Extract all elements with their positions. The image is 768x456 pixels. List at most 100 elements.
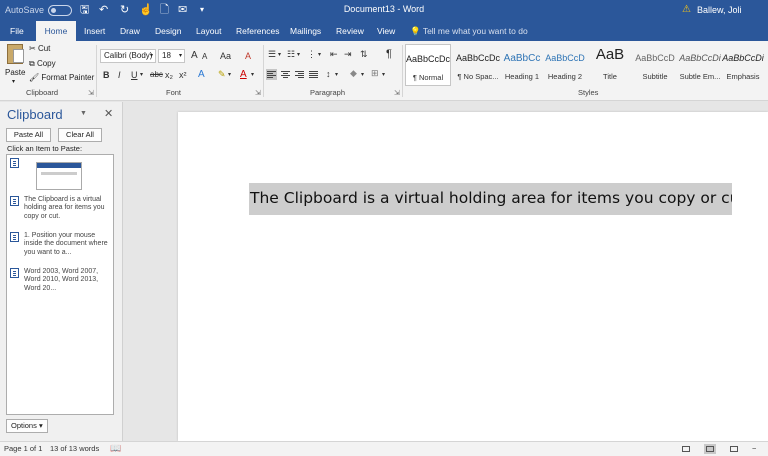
clipboard-item[interactable] (10, 158, 110, 194)
borders-dropdown-icon[interactable]: ▾ (382, 71, 385, 78)
align-left-button[interactable] (266, 69, 277, 80)
word-count[interactable]: 13 of 13 words (50, 444, 99, 453)
selected-text[interactable]: The Clipboard is a virtual holding area … (249, 183, 732, 215)
tab-review[interactable]: Review (330, 21, 370, 41)
clipboard-item[interactable]: 1. Position your mouse inside the docume… (10, 232, 110, 266)
document-page[interactable]: The Clipboard is a virtual holding area … (178, 112, 768, 441)
style-name: Title (603, 72, 617, 81)
italic-button[interactable]: I (118, 70, 121, 80)
document-area: The Clipboard is a virtual holding area … (124, 102, 768, 441)
tell-me-search[interactable]: 💡 Tell me what you want to do (410, 21, 528, 41)
clipboard-item[interactable]: The Clipboard is a virtual holding area … (10, 196, 110, 230)
sort-icon[interactable]: ⇅ (360, 49, 368, 60)
pane-options-dropdown-icon[interactable]: ▼ (80, 110, 87, 117)
font-color-icon[interactable]: A (240, 69, 247, 80)
style-no-spacing[interactable]: AaBbCcDc ¶ No Spac... (453, 44, 503, 86)
clipboard-item[interactable]: Word 2003, Word 2007, Word 2010, Word 20… (10, 268, 110, 302)
underline-dropdown-icon[interactable]: ▾ (140, 71, 143, 78)
document-icon (10, 158, 19, 168)
font-name-box[interactable]: Calibri (Body) ▾ (100, 49, 156, 63)
zoom-out-icon[interactable]: − (752, 444, 756, 453)
group-separator (263, 45, 264, 97)
read-mode-icon[interactable] (680, 444, 692, 454)
user-name[interactable]: Ballew, Joli (697, 5, 742, 15)
shading-dropdown-icon[interactable]: ▾ (361, 71, 364, 78)
tab-insert[interactable]: Insert (78, 21, 111, 41)
tab-view[interactable]: View (371, 21, 401, 41)
style-sample: AaBbCcD (545, 53, 585, 63)
tab-layout[interactable]: Layout (190, 21, 228, 41)
style-emphasis[interactable]: AaBbCcDi Emphasis (719, 44, 767, 86)
font-launcher-icon[interactable]: ⇲ (255, 89, 261, 97)
tab-file[interactable]: File (4, 21, 30, 41)
paste-all-button[interactable]: Paste All (6, 128, 51, 142)
borders-icon[interactable]: ⊞ (371, 68, 379, 79)
style-heading-2[interactable]: AaBbCcD Heading 2 (540, 44, 590, 86)
shrink-font-icon[interactable]: A (202, 52, 207, 61)
close-icon[interactable]: ✕ (104, 107, 113, 120)
clipboard-launcher-icon[interactable]: ⇲ (88, 89, 94, 97)
font-name-dropdown-icon: ▾ (149, 53, 153, 59)
line-spacing-dropdown-icon[interactable]: ▾ (335, 71, 338, 78)
paste-button[interactable]: Paste ▾ (4, 44, 26, 86)
decrease-indent-icon[interactable]: ⇤ (330, 49, 338, 60)
title-bar: AutoSave 🖫 ↶ ↻ ☝ 🗋 ✉ ▾ Document13 - Word… (0, 0, 768, 21)
print-layout-icon[interactable] (704, 444, 716, 454)
tab-design[interactable]: Design (149, 21, 187, 41)
change-case-icon[interactable]: Aa (220, 51, 231, 61)
grow-font-icon[interactable]: A (191, 50, 198, 61)
paste-dropdown-icon[interactable]: ▾ (12, 78, 15, 85)
style-subtle-emphasis[interactable]: AaBbCcDi Subtle Em... (675, 44, 725, 86)
paragraph-group-label: Paragraph (310, 88, 346, 97)
strikethrough-button[interactable]: abc (150, 70, 163, 79)
warning-icon[interactable]: ⚠ (682, 4, 691, 15)
clear-formatting-icon[interactable]: A (245, 51, 251, 61)
style-name: ¶ No Spac... (457, 72, 499, 81)
show-formatting-icon[interactable]: ¶ (386, 48, 392, 60)
bullets-dropdown-icon[interactable]: ▾ (278, 51, 281, 58)
clear-all-button[interactable]: Clear All (58, 128, 102, 142)
style-subtitle[interactable]: AaBbCcD Subtitle (630, 44, 680, 86)
cut-button[interactable]: ✂ Cut (29, 44, 50, 53)
align-center-button[interactable] (280, 69, 291, 80)
style-title[interactable]: AaB Title (585, 44, 635, 86)
bullets-icon[interactable]: ☰ (268, 49, 276, 60)
proofing-icon[interactable]: 📖 (110, 443, 121, 454)
font-size-box[interactable]: 18 ▾ (158, 49, 185, 63)
copy-button[interactable]: ⧉ Copy (29, 59, 56, 69)
tab-references[interactable]: References (230, 21, 285, 41)
options-button[interactable]: Options ▾ (6, 419, 48, 433)
page-count[interactable]: Page 1 of 1 (4, 444, 42, 453)
clipboard-pane: Clipboard ▼ ✕ Paste All Clear All Click … (0, 102, 123, 441)
line-spacing-icon[interactable]: ↕ (326, 69, 331, 79)
shading-icon[interactable]: ◆ (350, 68, 357, 79)
format-painter-button[interactable]: 🖌 Format Painter (29, 73, 94, 82)
increase-indent-icon[interactable]: ⇥ (344, 49, 352, 60)
superscript-button[interactable]: x² (179, 70, 187, 80)
underline-button[interactable]: U (131, 70, 138, 80)
align-right-button[interactable] (294, 69, 305, 80)
multilevel-dropdown-icon[interactable]: ▾ (318, 51, 321, 58)
tab-draw[interactable]: Draw (114, 21, 146, 41)
tab-home[interactable]: Home (36, 21, 76, 41)
style-normal[interactable]: AaBbCcDc ¶ Normal (405, 44, 451, 86)
bold-button[interactable]: B (103, 70, 110, 80)
numbering-dropdown-icon[interactable]: ▾ (297, 51, 300, 58)
font-size-dropdown-icon: ▾ (178, 53, 182, 59)
copy-icon: ⧉ (29, 59, 35, 68)
web-layout-icon[interactable] (728, 444, 740, 454)
numbering-icon[interactable]: ☷ (287, 49, 295, 60)
paragraph-launcher-icon[interactable]: ⇲ (394, 89, 400, 97)
highlight-dropdown-icon[interactable]: ▾ (228, 71, 231, 78)
subscript-button[interactable]: x₂ (165, 70, 173, 80)
text-effects-icon[interactable]: A (198, 69, 205, 80)
style-name: Subtitle (642, 72, 668, 81)
tell-me-text: Tell me what you want to do (422, 26, 528, 36)
clipboard-item-text: 1. Position your mouse inside the docume… (24, 232, 108, 256)
highlight-icon[interactable]: ✎ (218, 69, 226, 80)
clipboard-item-text: The Clipboard is a virtual holding area … (24, 196, 105, 220)
justify-button[interactable] (308, 69, 319, 80)
tab-mailings[interactable]: Mailings (284, 21, 327, 41)
multilevel-list-icon[interactable]: ⋮ (307, 49, 316, 60)
font-color-dropdown-icon[interactable]: ▾ (251, 71, 254, 78)
